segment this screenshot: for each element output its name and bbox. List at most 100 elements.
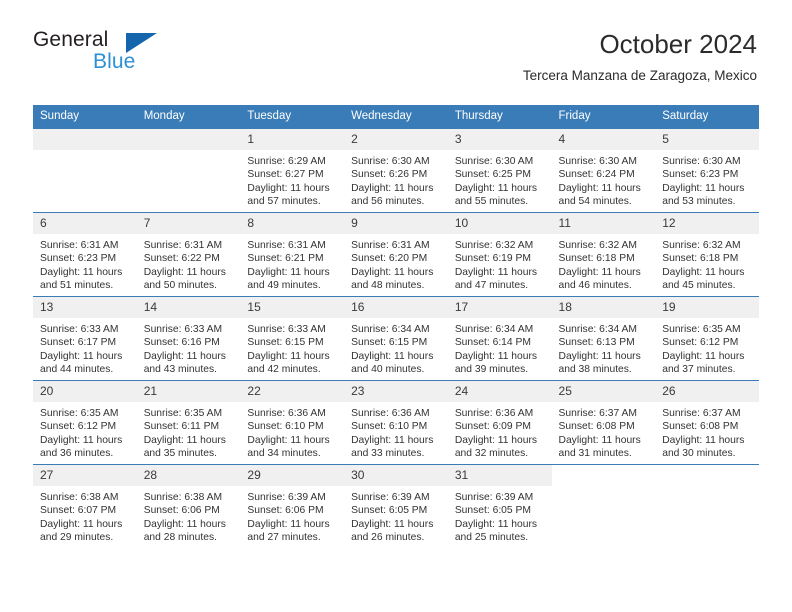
weekday-header-sunday: Sunday — [33, 105, 137, 129]
daylight-text: Daylight: 11 hours and 33 minutes. — [351, 434, 434, 460]
sunset-text: Sunset: 6:18 PM — [662, 253, 739, 265]
calendar-body: 1 Sunrise: 6:29 AM Sunset: 6:27 PM Daylight… — [33, 129, 759, 548]
sunset-text: Sunset: 6:22 PM — [143, 253, 220, 265]
daylight-text: Daylight: 11 hours and 42 minutes. — [247, 350, 330, 376]
calendar-day-cell[interactable]: 11 Sunrise: 6:32 AM Sunset: 6:18 PM Dayligh… — [551, 212, 656, 297]
day-number: 5 — [655, 129, 759, 150]
day-details: Sunrise: 6:37 AM Sunset: 6:08 PM Daylight:… — [655, 402, 759, 461]
calendar-day-cell[interactable]: 12 Sunrise: 6:32 AM Sunset: 6:18 PM Dayligh… — [655, 212, 759, 297]
calendar-day-cell-blank — [551, 464, 656, 548]
sunrise-text: Sunrise: 6:34 AM — [558, 324, 637, 335]
sunset-text: Sunset: 6:06 PM — [247, 505, 324, 517]
calendar-day-cell[interactable]: 10 Sunrise: 6:32 AM Sunset: 6:19 PM Dayligh… — [447, 212, 552, 297]
day-details: Sunrise: 6:31 AM Sunset: 6:23 PM Daylight:… — [33, 234, 137, 293]
calendar-day-cell[interactable]: 28 Sunrise: 6:38 AM Sunset: 6:06 PM Dayligh… — [136, 464, 241, 548]
calendar-day-cell[interactable]: 27 Sunrise: 6:38 AM Sunset: 6:07 PM Dayligh… — [33, 464, 137, 548]
day-details: Sunrise: 6:33 AM Sunset: 6:17 PM Daylight:… — [33, 318, 137, 377]
daylight-text: Daylight: 11 hours and 55 minutes. — [454, 182, 538, 208]
calendar-day-cell[interactable]: 17 Sunrise: 6:34 AM Sunset: 6:14 PM Dayligh… — [447, 296, 552, 381]
day-details: Sunrise: 6:30 AM Sunset: 6:24 PM Daylight:… — [552, 150, 656, 209]
sunrise-text: Sunrise: 6:36 AM — [351, 408, 430, 419]
day-number: 21 — [136, 381, 241, 402]
sunrise-text: Sunrise: 6:33 AM — [40, 324, 119, 335]
day-number: 26 — [655, 381, 759, 402]
calendar-day-cell[interactable]: 21 Sunrise: 6:35 AM Sunset: 6:11 PM Dayligh… — [136, 380, 241, 465]
calendar-day-cell[interactable]: 13 Sunrise: 6:33 AM Sunset: 6:17 PM Dayligh… — [33, 296, 137, 381]
daylight-text: Daylight: 11 hours and 37 minutes. — [662, 350, 745, 376]
calendar-day-cell[interactable]: 9 Sunrise: 6:31 AM Sunset: 6:20 PM Daylight… — [344, 212, 448, 297]
sunrise-text: Sunrise: 6:38 AM — [40, 492, 119, 503]
calendar-week-row: 20 Sunrise: 6:35 AM Sunset: 6:12 PM Dayligh… — [33, 380, 759, 465]
calendar-day-cell[interactable]: 31 Sunrise: 6:39 AM Sunset: 6:05 PM Dayligh… — [447, 464, 552, 548]
calendar-day-cell[interactable]: 5 Sunrise: 6:30 AM Sunset: 6:23 PM Daylight… — [655, 129, 759, 213]
day-details: Sunrise: 6:35 AM Sunset: 6:12 PM Daylight:… — [33, 402, 137, 461]
calendar-week-row: 1 Sunrise: 6:29 AM Sunset: 6:27 PM Daylight… — [33, 129, 759, 213]
day-details: Sunrise: 6:31 AM Sunset: 6:20 PM Daylight:… — [344, 234, 448, 293]
sunset-text: Sunset: 6:10 PM — [247, 421, 324, 433]
calendar-day-cell[interactable]: 22 Sunrise: 6:36 AM Sunset: 6:10 PM Dayligh… — [240, 380, 345, 465]
sunrise-text: Sunrise: 6:31 AM — [143, 240, 223, 251]
daylight-text: Daylight: 11 hours and 40 minutes. — [351, 350, 434, 376]
calendar-header-row: Sunday Monday Tuesday Wednesday Thursday Frid… — [33, 105, 759, 129]
sunset-text: Sunset: 6:16 PM — [143, 337, 220, 349]
sunset-text: Sunset: 6:24 PM — [558, 169, 635, 181]
sunset-text: Sunset: 6:20 PM — [351, 253, 428, 265]
day-number: 9 — [344, 213, 448, 234]
calendar-day-cell[interactable]: 14 Sunrise: 6:33 AM Sunset: 6:16 PM Dayligh… — [136, 296, 241, 381]
calendar-day-cell[interactable]: 30 Sunrise: 6:39 AM Sunset: 6:05 PM Dayligh… — [344, 464, 448, 548]
sunrise-text: Sunrise: 6:32 AM — [454, 240, 534, 251]
calendar-day-cell[interactable]: 4 Sunrise: 6:30 AM Sunset: 6:24 PM Daylight… — [551, 129, 656, 213]
day-details: Sunrise: 6:36 AM Sunset: 6:09 PM Daylight:… — [448, 402, 552, 461]
day-details: Sunrise: 6:39 AM Sunset: 6:05 PM Daylight:… — [344, 486, 448, 545]
sunset-text: Sunset: 6:19 PM — [454, 253, 531, 265]
sunset-text: Sunset: 6:12 PM — [662, 337, 739, 349]
calendar-day-cell[interactable]: 25 Sunrise: 6:37 AM Sunset: 6:08 PM Dayligh… — [551, 380, 656, 465]
calendar-day-cell[interactable]: 26 Sunrise: 6:37 AM Sunset: 6:08 PM Dayligh… — [655, 380, 759, 465]
calendar-day-cell[interactable]: 7 Sunrise: 6:31 AM Sunset: 6:22 PM Daylight… — [136, 212, 241, 297]
day-details: Sunrise: 6:30 AM Sunset: 6:26 PM Daylight:… — [344, 150, 448, 209]
daylight-text: Daylight: 11 hours and 27 minutes. — [247, 518, 330, 544]
calendar-day-cell[interactable]: 3 Sunrise: 6:30 AM Sunset: 6:25 PM Daylight… — [447, 129, 552, 213]
calendar-day-cell[interactable]: 20 Sunrise: 6:35 AM Sunset: 6:12 PM Dayligh… — [33, 380, 137, 465]
day-details: Sunrise: 6:35 AM Sunset: 6:11 PM Daylight:… — [137, 402, 241, 461]
sunset-text: Sunset: 6:05 PM — [351, 505, 428, 517]
calendar-day-cell[interactable]: 29 Sunrise: 6:39 AM Sunset: 6:06 PM Dayligh… — [240, 464, 345, 548]
calendar-day-cell[interactable]: 15 Sunrise: 6:33 AM Sunset: 6:15 PM Dayligh… — [240, 296, 345, 381]
sunrise-text: Sunrise: 6:39 AM — [454, 492, 534, 503]
daylight-text: Daylight: 11 hours and 57 minutes. — [247, 182, 330, 208]
calendar-day-cell[interactable]: 18 Sunrise: 6:34 AM Sunset: 6:13 PM Dayligh… — [551, 296, 656, 381]
day-details: Sunrise: 6:32 AM Sunset: 6:18 PM Daylight:… — [655, 234, 759, 293]
calendar-day-cell[interactable]: 8 Sunrise: 6:31 AM Sunset: 6:21 PM Daylight… — [240, 212, 345, 297]
logo-text-blue: Blue — [93, 50, 136, 73]
calendar-day-cell[interactable]: 19 Sunrise: 6:35 AM Sunset: 6:12 PM Dayligh… — [655, 296, 759, 381]
calendar-day-cell[interactable]: 24 Sunrise: 6:36 AM Sunset: 6:09 PM Dayligh… — [447, 380, 552, 465]
day-details: Sunrise: 6:33 AM Sunset: 6:16 PM Daylight:… — [137, 318, 241, 377]
day-details: Sunrise: 6:37 AM Sunset: 6:08 PM Daylight:… — [552, 402, 656, 461]
day-number: 27 — [33, 465, 137, 486]
sunset-text: Sunset: 6:12 PM — [40, 421, 117, 433]
sunset-text: Sunset: 6:08 PM — [558, 421, 635, 433]
day-details: Sunrise: 6:36 AM Sunset: 6:10 PM Daylight:… — [240, 402, 344, 461]
calendar-day-cell[interactable]: 1 Sunrise: 6:29 AM Sunset: 6:27 PM Daylight… — [240, 129, 345, 213]
sunrise-text: Sunrise: 6:30 AM — [558, 156, 637, 167]
day-details: Sunrise: 6:35 AM Sunset: 6:12 PM Daylight:… — [655, 318, 759, 377]
calendar-day-cell-empty — [136, 129, 241, 213]
sunset-text: Sunset: 6:09 PM — [454, 421, 531, 433]
sunset-text: Sunset: 6:23 PM — [662, 169, 739, 181]
calendar-day-cell[interactable]: 16 Sunrise: 6:34 AM Sunset: 6:15 PM Dayligh… — [344, 296, 448, 381]
daylight-text: Daylight: 11 hours and 56 minutes. — [351, 182, 434, 208]
day-number: 1 — [240, 129, 345, 150]
weekday-header-friday: Friday — [551, 105, 656, 129]
calendar-day-cell[interactable]: 23 Sunrise: 6:36 AM Sunset: 6:10 PM Dayligh… — [344, 380, 448, 465]
daylight-text: Daylight: 11 hours and 45 minutes. — [662, 266, 745, 292]
calendar-day-cell[interactable]: 2 Sunrise: 6:30 AM Sunset: 6:26 PM Daylight… — [344, 129, 448, 213]
daylight-text: Daylight: 11 hours and 35 minutes. — [143, 434, 226, 460]
sunrise-text: Sunrise: 6:36 AM — [247, 408, 326, 419]
day-number: 23 — [344, 381, 448, 402]
calendar-day-cell[interactable]: 6 Sunrise: 6:31 AM Sunset: 6:23 PM Daylight… — [33, 212, 137, 297]
sunrise-sunset-calendar: Sunday Monday Tuesday Wednesday Thursday Frid… — [33, 105, 759, 548]
weekday-header-wednesday: Wednesday — [344, 105, 448, 129]
sunset-text: Sunset: 6:14 PM — [454, 337, 531, 349]
sunrise-text: Sunrise: 6:30 AM — [454, 156, 534, 167]
sunrise-text: Sunrise: 6:35 AM — [40, 408, 119, 419]
